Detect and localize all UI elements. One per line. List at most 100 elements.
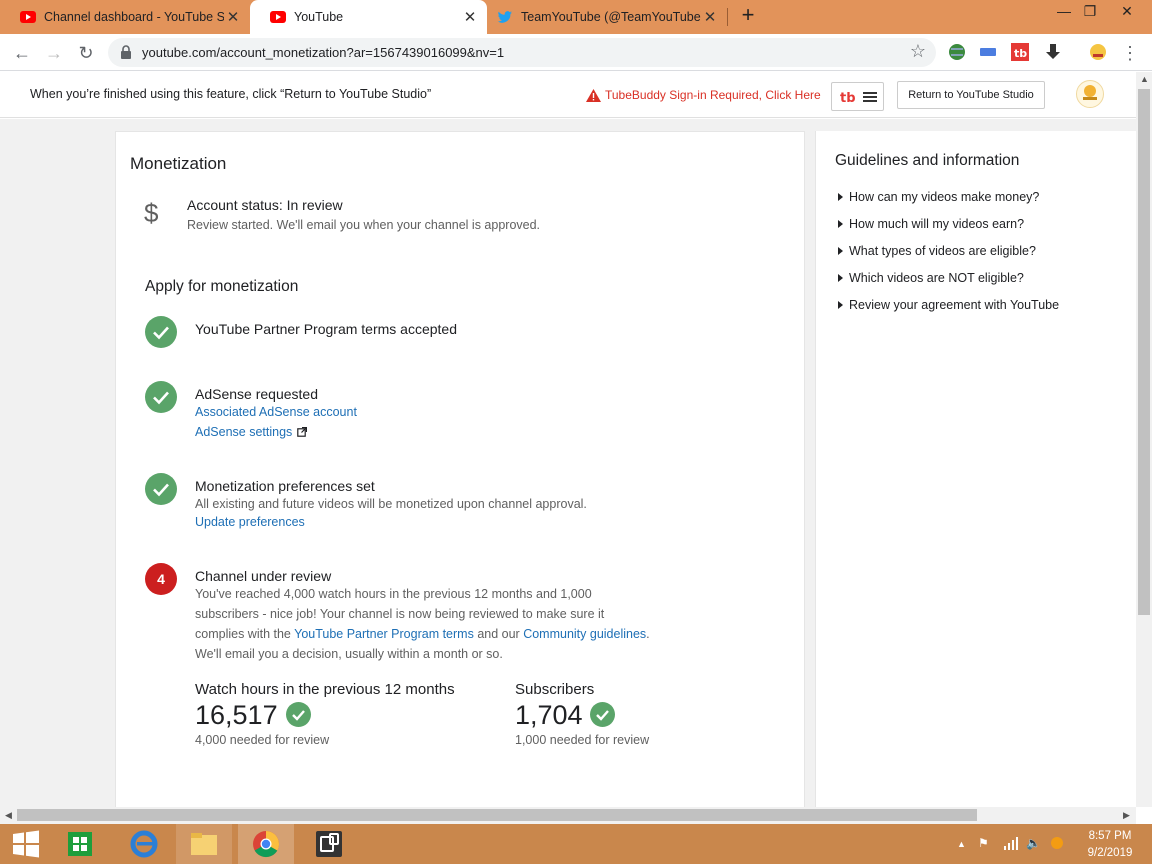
guideline-label: How can my videos make money? [849, 190, 1040, 204]
partner-program-terms-link[interactable]: YouTube Partner Program terms [294, 627, 474, 641]
tubebuddy-signin-link[interactable]: TubeBuddy Sign-in Required, Click Here [586, 88, 821, 102]
guideline-item[interactable]: What types of videos are eligible? [838, 244, 1036, 258]
review-text-segment: and our [473, 627, 524, 641]
review-text-line: subscribers - nice job! Your channel is … [195, 607, 605, 621]
step-adsense-title: AdSense requested [195, 386, 318, 402]
guideline-item[interactable]: How can my videos make money? [838, 190, 1039, 204]
restore-icon[interactable]: ❐ [1073, 0, 1107, 28]
guideline-label: What types of videos are eligible? [849, 244, 1036, 258]
check-icon [286, 702, 311, 727]
tray-app-icon[interactable] [1050, 836, 1064, 853]
tubebuddy-logo-icon: tb [840, 91, 856, 104]
tab-channel-dashboard[interactable]: Channel dashboard - YouTube St ✕ [0, 0, 250, 34]
step-number-badge: 4 [145, 563, 177, 595]
guideline-label: Which videos are NOT eligible? [849, 271, 1024, 285]
twitter-icon [497, 11, 512, 23]
action-center-flag-icon[interactable]: ⚑ [978, 836, 989, 850]
forward-arrow-icon[interactable]: → [41, 40, 67, 66]
watch-hours-value: 16,517 [195, 700, 278, 730]
guideline-item[interactable]: Which videos are NOT eligible? [838, 271, 1024, 285]
taskbar-internet-explorer[interactable] [116, 824, 172, 864]
app-window-icon [316, 831, 342, 857]
menu-dots-icon[interactable]: ⋮ [1117, 40, 1143, 66]
adsense-settings-link[interactable]: AdSense settings [195, 425, 292, 439]
scroll-left-arrow-icon[interactable]: ◀ [5, 810, 12, 821]
return-to-studio-button[interactable]: Return to YouTube Studio [897, 81, 1045, 109]
back-arrow-icon[interactable]: ← [9, 40, 35, 66]
account-status-description: Review started. We'll email you when you… [187, 218, 541, 232]
expand-triangle-icon [838, 274, 843, 282]
guideline-label: Review your agreement with YouTube [849, 298, 1060, 312]
taskbar-file-explorer[interactable] [176, 824, 232, 864]
address-bar[interactable]: youtube.com/account_monetization?ar=1567… [108, 38, 936, 67]
svg-text:tb: tb [1014, 47, 1027, 60]
taskbar-chrome[interactable] [238, 824, 294, 864]
community-guidelines-link[interactable]: Community guidelines [523, 627, 646, 641]
tubebuddy-menu-button[interactable]: tb [831, 82, 884, 111]
reload-icon[interactable]: ↻ [73, 40, 99, 66]
associated-adsense-link[interactable]: Associated AdSense account [195, 405, 357, 419]
channel-logo-icon [1083, 85, 1097, 100]
step-review-title: Channel under review [195, 568, 332, 584]
check-icon [590, 702, 615, 727]
tab-title: YouTube [294, 10, 344, 24]
volume-icon[interactable]: 🔈 [1026, 836, 1041, 850]
horizontal-scroll-thumb[interactable] [17, 809, 977, 821]
page-title: Monetization [130, 154, 227, 173]
guideline-item[interactable]: How much will my videos earn? [838, 217, 1024, 231]
close-icon[interactable]: ✕ [701, 8, 719, 26]
globe-extension-icon[interactable] [947, 42, 967, 62]
start-button[interactable] [0, 824, 56, 864]
download-icon[interactable] [1043, 42, 1063, 62]
review-text-line: You've reached 4,000 watch hours in the … [195, 587, 592, 601]
tubebuddy-extension-icon[interactable]: tb [1010, 42, 1030, 62]
taskbar-clock[interactable]: 8:57 PM 9/2/2019 [1080, 828, 1140, 862]
url-text: youtube.com/account_monetization?ar=1567… [142, 45, 505, 60]
tab-teamyoutube[interactable]: TeamYouTube (@TeamYouTube) ✕ [477, 0, 727, 34]
tray-up-arrow-icon[interactable]: ▲ [957, 839, 966, 849]
update-preferences-link[interactable]: Update preferences [195, 515, 305, 529]
vertical-scroll-thumb[interactable] [1138, 89, 1150, 615]
scroll-right-arrow-icon[interactable]: ▶ [1123, 810, 1130, 821]
subscribers-label: Subscribers [515, 681, 595, 698]
network-signal-icon[interactable] [1003, 836, 1019, 853]
expand-triangle-icon [838, 220, 843, 228]
taskbar-app[interactable] [300, 824, 356, 864]
browser-toolbar: ← → ↻ youtube.com/account_monetization?a… [0, 34, 1152, 71]
bookmark-star-icon[interactable]: ☆ [910, 41, 926, 62]
tab-youtube[interactable]: YouTube ✕ [250, 0, 487, 34]
expand-triangle-icon [838, 301, 843, 309]
avatar[interactable] [1076, 80, 1104, 108]
tubebuddy-warning-text: TubeBuddy Sign-in Required, Click Here [605, 88, 821, 102]
check-icon [145, 381, 177, 413]
scroll-up-arrow-icon[interactable]: ▲ [1140, 74, 1149, 84]
step-preferences-title: Monetization preferences set [195, 478, 375, 494]
step-review-text: You've reached 4,000 watch hours in the … [195, 584, 695, 664]
window-close-icon[interactable]: ✕ [1110, 0, 1144, 28]
expand-triangle-icon [838, 193, 843, 201]
dollar-icon: $ [144, 198, 159, 228]
check-icon [145, 316, 177, 348]
folder-icon [191, 833, 217, 855]
step-terms-title: YouTube Partner Program terms accepted [195, 321, 457, 337]
tab-separator [727, 8, 728, 26]
guideline-item[interactable]: Review your agreement with YouTube [838, 298, 1059, 312]
review-text-segment: complies with the [195, 627, 295, 641]
profile-extension-icon[interactable] [1088, 42, 1108, 62]
expand-triangle-icon [838, 247, 843, 255]
guideline-label: How much will my videos earn? [849, 217, 1025, 231]
youtube-icon [20, 11, 36, 23]
subscribers-value: 1,704 [515, 700, 583, 730]
review-text-line: complies with the YouTube Partner Progra… [195, 624, 695, 644]
close-icon[interactable]: ✕ [224, 8, 242, 26]
chrome-icon [253, 831, 280, 858]
hamburger-icon [863, 92, 877, 102]
clock-date: 9/2/2019 [1087, 847, 1133, 859]
adsense-settings-link-wrap[interactable]: AdSense settings [195, 425, 308, 439]
return-instructions: When you’re finished using this feature,… [30, 87, 432, 101]
keyboard-extension-icon[interactable] [978, 42, 998, 62]
taskbar-store-app[interactable] [53, 824, 109, 864]
guidelines-title: Guidelines and information [835, 152, 1020, 169]
new-tab-button[interactable]: + [736, 4, 760, 28]
subscribers-requirement: 1,000 needed for review [515, 733, 650, 747]
